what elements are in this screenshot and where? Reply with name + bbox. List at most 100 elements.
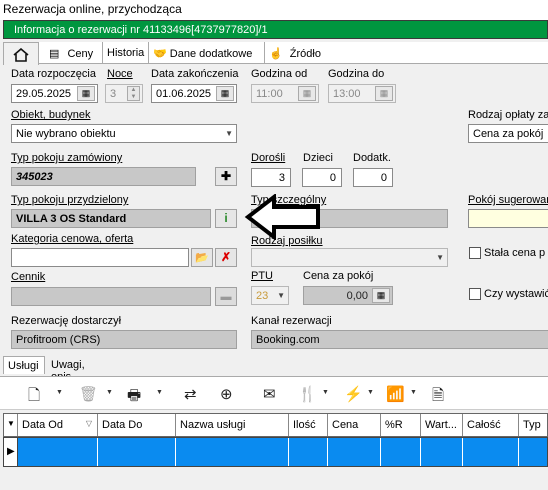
- info-icon: i: [224, 211, 228, 225]
- tab-additional-data[interactable]: 🤝 Dane dodatkowe: [149, 42, 265, 64]
- chevron-down-icon[interactable]: ▼: [56, 389, 63, 396]
- tab-prices[interactable]: ▤ Ceny: [41, 42, 103, 64]
- cutlery-icon[interactable]: 🍴: [298, 385, 317, 403]
- end-date-field[interactable]: 01.06.2025 ▦: [151, 84, 237, 103]
- start-date-field[interactable]: 29.05.2025 ▦: [11, 84, 98, 103]
- nights-field[interactable]: 3 ▲ ▼: [105, 84, 143, 103]
- time-to-field[interactable]: 13:00 ▦: [328, 84, 396, 103]
- adults-value: 3: [278, 172, 285, 184]
- fee-type-select[interactable]: Cena za pokój: [468, 124, 548, 143]
- col-date-to[interactable]: Data Do: [98, 414, 176, 436]
- fixed-price-checkbox[interactable]: [469, 247, 481, 259]
- delete-icon[interactable]: 🗑: [79, 385, 98, 403]
- tab-notes[interactable]: Uwagi, opis: [47, 356, 109, 383]
- calendar-icon[interactable]: ▦: [77, 86, 95, 101]
- pricelist-button[interactable]: ▬: [215, 287, 237, 306]
- folder-icon: ▬: [220, 291, 232, 303]
- globe-icon[interactable]: ⊕: [220, 385, 233, 403]
- clock-icon[interactable]: ▦: [375, 86, 393, 101]
- plug-icon[interactable]: ⚡: [344, 385, 363, 403]
- ptu-label: PTU: [251, 270, 273, 282]
- issue-checkbox[interactable]: [469, 288, 481, 300]
- open-folder-button[interactable]: 📂: [191, 248, 213, 267]
- children-field[interactable]: 0: [302, 168, 342, 187]
- col-service-name[interactable]: Nazwa usługi: [176, 414, 289, 436]
- col-type[interactable]: Typ: [519, 414, 548, 436]
- envelope-icon[interactable]: ✉: [263, 385, 276, 403]
- time-from-field[interactable]: 11:00 ▦: [251, 84, 319, 103]
- services-grid-header: ▼ Data Od ▽ Data Do Nazwa usługi Ilość C…: [3, 413, 548, 437]
- clear-button[interactable]: ✗: [215, 248, 237, 267]
- wireless-icon[interactable]: 📶: [386, 385, 405, 403]
- table-cell[interactable]: [176, 438, 289, 466]
- services-tabs: Usługi Uwagi, opis: [0, 355, 548, 383]
- tab-history[interactable]: Historia: [103, 42, 149, 64]
- room-price-label: Cena za pokój: [303, 270, 374, 282]
- end-date-value: 01.06.2025: [156, 88, 212, 100]
- main-tabs: ▤ Ceny Historia 🤝 Dane dodatkowe ☝ Źródł…: [3, 42, 548, 65]
- assigned-room-label: Typ pokoju przydzielony: [11, 194, 129, 206]
- table-cell[interactable]: [289, 438, 328, 466]
- table-cell[interactable]: [381, 438, 421, 466]
- tab-home[interactable]: [3, 42, 39, 65]
- new-document-icon[interactable]: 🗋: [28, 385, 40, 410]
- channel-value: Booking.com: [256, 334, 320, 346]
- chevron-down-icon: ▼: [277, 291, 285, 300]
- document-arrow-icon[interactable]: 🗎: [432, 385, 444, 410]
- calculator-icon[interactable]: ▦: [372, 288, 390, 303]
- clock-icon[interactable]: ▦: [298, 86, 316, 101]
- col-discount-label: %R: [385, 419, 403, 431]
- supplier-field: Profitroom (CRS): [11, 330, 237, 349]
- tab-source[interactable]: ☝ Źródło: [265, 42, 335, 64]
- info-button[interactable]: i: [215, 209, 237, 228]
- ptu-value: 23: [256, 290, 269, 302]
- add-button[interactable]: ✚: [215, 167, 237, 186]
- chevron-down-icon[interactable]: ▼: [410, 389, 417, 396]
- calendar-icon[interactable]: ▦: [216, 86, 234, 101]
- row-pointer-icon: ▶: [7, 446, 15, 457]
- col-quantity[interactable]: Ilość: [289, 414, 328, 436]
- meal-type-select[interactable]: ▼: [251, 248, 448, 267]
- col-total-label: Całość: [467, 419, 501, 431]
- col-date-from[interactable]: Data Od ▽: [18, 414, 98, 436]
- price-list-icon: ▤: [49, 48, 60, 60]
- col-total[interactable]: Całość: [463, 414, 519, 436]
- col-date-to-label: Data Do: [102, 419, 143, 431]
- close-icon: ✗: [220, 250, 232, 264]
- ptu-select[interactable]: 23 ▼: [251, 286, 289, 305]
- nights-value: 3: [110, 88, 117, 100]
- pricelist-label: Cennik: [11, 271, 46, 283]
- price-category-field[interactable]: [11, 248, 189, 267]
- transfer-icon[interactable]: ⇄: [184, 385, 197, 403]
- table-cell[interactable]: [18, 438, 98, 466]
- table-row[interactable]: ▶: [3, 437, 548, 467]
- table-cell[interactable]: [519, 438, 548, 466]
- supplier-label: Rezerwację dostarczył: [11, 315, 122, 327]
- chevron-down-icon: ▼: [436, 253, 444, 262]
- chevron-down-icon[interactable]: ▼: [156, 389, 163, 396]
- table-cell[interactable]: [98, 438, 176, 466]
- nights-spinner[interactable]: ▲ ▼: [127, 86, 140, 101]
- property-select[interactable]: Nie wybrano obiektu ▼: [11, 124, 237, 143]
- suggested-room-field[interactable]: [468, 209, 548, 228]
- table-cell[interactable]: [463, 438, 519, 466]
- room-price-value: 0,00: [346, 290, 368, 302]
- fixed-price-label: Stała cena p: [484, 247, 546, 259]
- table-cell[interactable]: [328, 438, 381, 466]
- chevron-down-icon[interactable]: ▼: [322, 389, 329, 396]
- extra-field[interactable]: 0: [353, 168, 393, 187]
- tab-services[interactable]: Usługi: [3, 356, 45, 374]
- room-price-field: 0,00 ▦: [303, 286, 393, 305]
- col-price[interactable]: Cena: [328, 414, 381, 436]
- col-value[interactable]: Wart...: [421, 414, 463, 436]
- arrow-pointer-icon: [244, 194, 320, 240]
- chevron-down-icon[interactable]: ▼: [106, 389, 113, 396]
- hand-pointer-icon: ☝: [269, 48, 283, 60]
- col-value-label: Wart...: [425, 419, 457, 431]
- print-icon[interactable]: 🖶: [127, 385, 141, 410]
- col-type-label: Typ: [523, 419, 541, 431]
- chevron-down-icon[interactable]: ▼: [367, 389, 374, 396]
- adults-field[interactable]: 3: [251, 168, 291, 187]
- col-discount[interactable]: %R: [381, 414, 421, 436]
- table-cell[interactable]: [421, 438, 463, 466]
